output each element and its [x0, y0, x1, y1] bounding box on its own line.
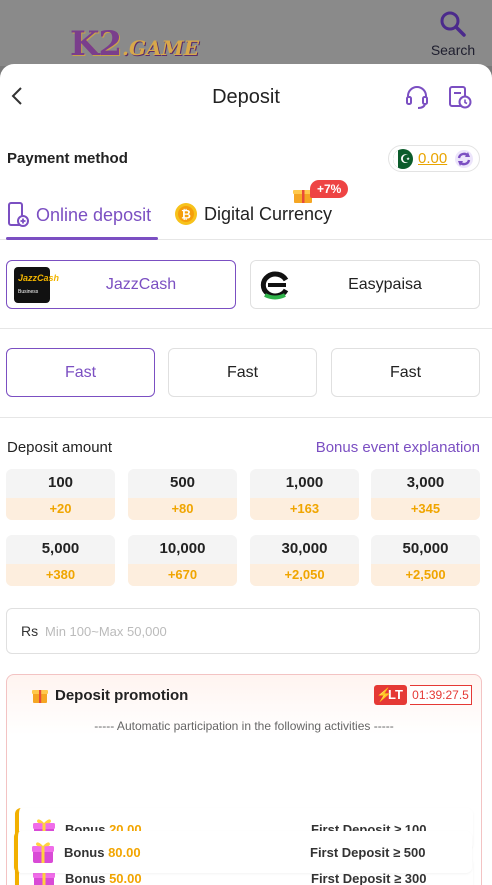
payment-method-row: Payment method ☪ 0.00	[0, 130, 492, 180]
promotion-activity[interactable]: Bonus 80.00 First Deposit ≥ 500	[14, 831, 472, 873]
amount-option[interactable]: 500 +80	[128, 469, 237, 520]
amount-option[interactable]: 50,000 +2,500	[371, 535, 480, 586]
logo-sub: .GAME	[122, 36, 199, 60]
countdown-badge: LT ⚡ 01:39:27.5	[374, 685, 474, 706]
easypaisa-logo	[260, 271, 289, 300]
tab-online-deposit-label: Online deposit	[36, 204, 152, 225]
amount-value: 500	[169, 474, 196, 491]
countdown-timer: 01:39:27.5	[410, 685, 472, 705]
tab-digital-currency[interactable]: ₿ Digital Currency	[174, 202, 332, 226]
amount-value: 30,000	[281, 540, 328, 557]
deposit-sheet: Deposit Payment method ☪ 0.00 Online dep…	[0, 64, 492, 885]
promo-percent: +7%	[310, 180, 349, 198]
deposit-header: Deposit	[0, 64, 492, 130]
jazzcash-logo-sub: Business	[18, 289, 39, 295]
amount-value: 10,000	[159, 540, 206, 557]
deposit-tabs: Online deposit ₿ Digital Currency +7%	[0, 180, 492, 240]
amount-bonus: +380	[6, 564, 115, 586]
search-label: Search	[430, 42, 476, 58]
search-icon	[440, 11, 466, 37]
balance-value: 0.00	[418, 150, 448, 167]
channel-options: Fast Fast Fast	[0, 329, 492, 418]
activity-bonus: Bonus 80.00	[64, 845, 141, 860]
amount-bonus: +80	[128, 498, 237, 520]
amount-value: 3,000	[406, 474, 445, 491]
amount-bonus: +2,050	[250, 564, 359, 586]
gift-icon	[32, 690, 48, 703]
bonus-event-link[interactable]: Bonus event explanation	[316, 439, 480, 456]
currency-label: Rs	[21, 623, 39, 639]
amount-bonus: +345	[371, 498, 480, 520]
balance-pill: ☪ 0.00	[388, 145, 480, 172]
activity-bonus-amount: 80.00	[108, 845, 141, 860]
flag-icon: ☪	[393, 149, 413, 169]
payment-methods: JazzCash Business JazzCash Easypaisa	[0, 240, 492, 329]
activity-bonus: Bonus 50.00	[65, 871, 142, 885]
method-easypaisa[interactable]: Easypaisa	[250, 260, 480, 309]
svg-text:₿: ₿	[181, 208, 191, 222]
amount-input-wrapper: Rs	[6, 608, 480, 654]
channel-option-2[interactable]: Fast	[168, 348, 317, 397]
bitcoin-icon: ₿	[175, 203, 197, 225]
amount-option[interactable]: 100 +20	[6, 469, 115, 520]
refresh-icon[interactable]	[454, 149, 474, 169]
deposit-amount-label: Deposit amount	[7, 439, 113, 456]
amount-grid: 100 +20 500 +80 1,000 +163 3,000 +345 5,…	[0, 458, 492, 614]
amount-input[interactable]	[45, 619, 465, 643]
tab-online-deposit[interactable]: Online deposit	[6, 202, 151, 228]
activity-bonus-amount: 50.00	[109, 871, 142, 885]
k2-game-logo[interactable]: K2 .GAME	[30, 8, 199, 64]
activity-requirement: First Deposit ≥ 500	[310, 845, 426, 860]
amount-value: 5,000	[41, 540, 80, 557]
method-jazzcash[interactable]: JazzCash Business JazzCash	[6, 260, 236, 309]
amount-value: 1,000	[285, 474, 324, 491]
payment-method-label: Payment method	[7, 150, 128, 167]
tab-digital-currency-label: Digital Currency	[204, 203, 333, 224]
support-icon[interactable]	[404, 84, 430, 110]
amount-bonus: +163	[250, 498, 359, 520]
activity-bonus-label: Bonus	[65, 871, 106, 885]
lightning-icon: ⚡	[376, 687, 393, 702]
digital-currency-promo-badge: +7%	[292, 180, 349, 204]
channel-option-1[interactable]: Fast	[6, 348, 155, 397]
search-button[interactable]: Search	[426, 8, 480, 60]
amount-bonus: +670	[128, 564, 237, 586]
top-bar: K2 .GAME Search	[0, 0, 492, 66]
gift-icon	[32, 842, 54, 863]
deposit-amount-header: Deposit amount Bonus event explanation	[0, 418, 492, 458]
phone-deposit-icon	[8, 202, 29, 227]
activity-bonus-label: Bonus	[64, 845, 105, 860]
method-easypaisa-label: Easypaisa	[348, 276, 422, 293]
amount-option[interactable]: 10,000 +670	[128, 535, 237, 586]
amount-bonus: +2,500	[371, 564, 480, 586]
amount-value: 50,000	[402, 540, 449, 557]
activity-requirement: First Deposit ≥ 300	[311, 871, 427, 885]
amount-option[interactable]: 1,000 +163	[250, 469, 359, 520]
channel-option-3[interactable]: Fast	[331, 348, 480, 397]
promotion-subtitle: ----- Automatic participation in the fol…	[94, 719, 394, 733]
amount-value: 100	[47, 474, 74, 491]
amount-option[interactable]: 30,000 +2,050	[250, 535, 359, 586]
amount-option[interactable]: 5,000 +380	[6, 535, 115, 586]
amount-option[interactable]: 3,000 +345	[371, 469, 480, 520]
jazzcash-logo: JazzCash Business	[14, 267, 59, 303]
history-icon[interactable]	[447, 84, 473, 110]
method-jazzcash-label: JazzCash	[105, 276, 177, 293]
logo-text: K2	[70, 24, 122, 64]
amount-bonus: +20	[6, 498, 115, 520]
promotion-title: Deposit promotion	[55, 687, 189, 704]
